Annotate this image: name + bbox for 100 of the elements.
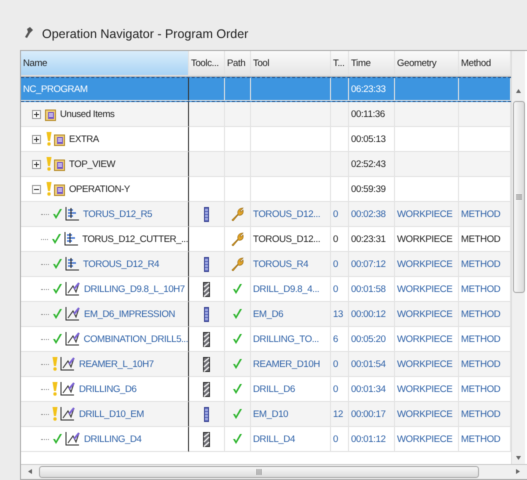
time-value: 00:01:58 <box>351 284 386 294</box>
tool-number: 0 <box>333 284 338 294</box>
tree-row[interactable]: DRILLING_D6 DRILL_D6 0 00:01:34 WORKPIECE METHOD <box>21 377 511 402</box>
tree-row[interactable]: EM_D6_IMPRESSION EM_D6 13 00:00:12 WORKPIECE METHOD <box>21 302 511 327</box>
geometry-name: WORKPIECE <box>397 434 452 444</box>
tool-number: 0 <box>333 234 338 244</box>
tool-name: DRILLING_TO... <box>253 334 319 344</box>
time-value: 00:01:34 <box>351 384 386 394</box>
item-name: DRILLING_D6 <box>79 384 136 394</box>
tree-row[interactable]: TOROUS_D12_R4 TOROUS_R4 0 00:07:12 WORKPIECE METHOD <box>21 252 511 277</box>
tool-number: 0 <box>333 208 338 220</box>
tool-name: EM_D10 <box>253 408 288 420</box>
expand-icon[interactable] <box>32 134 41 144</box>
tool-number: 0 <box>333 258 338 270</box>
vertical-scrollbar[interactable] <box>511 51 525 464</box>
item-name: DRILL_D10_EM <box>79 408 144 420</box>
tool-name: REAMER_D10H <box>253 358 320 370</box>
scroll-down-icon[interactable] <box>515 455 522 461</box>
time-value: 00:01:54 <box>351 358 386 370</box>
column-header[interactable]: Toolc... <box>189 51 225 76</box>
item-name: TOP_VIEW <box>69 158 116 170</box>
item-name: DRILLING_D9.8_L_10H7 <box>84 284 185 294</box>
item-name: EXTRA <box>69 134 99 144</box>
pin-icon <box>24 26 34 38</box>
expand-icon[interactable] <box>32 160 41 168</box>
tree-row[interactable]: DRILL_D10_EM EM_D10 12 00:00:17 WORKPIECE METHOD <box>21 402 511 427</box>
scroll-right-icon[interactable] <box>515 468 521 475</box>
time-value: 00:11:36 <box>351 108 385 120</box>
item-name: Unused Items <box>60 108 114 120</box>
item-name: TORUS_D12_R5 <box>83 208 152 220</box>
tool-number: 0 <box>333 358 338 370</box>
geometry-name: WORKPIECE <box>397 308 452 320</box>
column-header[interactable]: Tool <box>251 51 331 76</box>
item-name: NC_PROGRAM <box>23 84 88 94</box>
tool-name: EM_D6 <box>253 308 284 320</box>
column-header[interactable]: T... <box>331 51 349 76</box>
item-name: EM_D6_IMPRESSION <box>84 308 176 320</box>
method-name: METHOD <box>461 234 500 244</box>
time-value: 00:05:20 <box>351 334 386 344</box>
tool-number: 12 <box>333 408 343 420</box>
tool-name: TOROUS_D12... <box>253 208 320 220</box>
tree-row[interactable]: DRILLING_D4 DRILL_D4 0 00:01:12 WORKPIECE METHOD <box>21 427 511 452</box>
geometry-name: WORKPIECE <box>397 408 452 420</box>
tool-name: DRILL_D9.8_4... <box>253 284 320 294</box>
item-name: TORUS_D12_CUTTER_... <box>82 234 188 244</box>
tool-number: 6 <box>333 334 338 344</box>
scrollbar-thumb[interactable] <box>512 101 524 293</box>
collapse-icon[interactable] <box>32 184 41 194</box>
tool-name: TOROUS_R4 <box>253 258 308 270</box>
tree-row[interactable]: DRILLING_D9.8_L_10H7 DRILL_D9.8_4... 0 00:01:58 WORKPIECE METHOD <box>21 277 511 302</box>
panel-title: Operation Navigator - Program Order <box>42 27 248 41</box>
method-name: METHOD <box>461 208 500 220</box>
time-value: 00:00:17 <box>351 408 386 420</box>
tool-number: 13 <box>333 308 343 320</box>
time-value: 00:05:13 <box>351 134 386 144</box>
item-name: DRILLING_D4 <box>84 434 142 444</box>
method-name: METHOD <box>461 258 500 270</box>
tree-row[interactable]: OPERATION-Y 00:59:39 <box>21 177 511 202</box>
method-name: METHOD <box>461 434 500 444</box>
method-name: METHOD <box>461 284 500 294</box>
scrollbar-thumb[interactable] <box>39 466 479 478</box>
tree-row[interactable]: REAMER_L_10H7 REAMER_D10H 0 00:01:54 WORKPIECE METHOD <box>21 352 511 377</box>
time-value: 00:07:12 <box>351 258 386 270</box>
geometry-name: WORKPIECE <box>397 208 452 220</box>
tool-name: TOROUS_D12... <box>253 234 320 244</box>
time-value: 00:00:12 <box>351 308 386 320</box>
item-name: TOROUS_D12_R4 <box>83 258 160 270</box>
tree-row[interactable]: TORUS_D12_CUTTER_... TOROUS_D12... 0 00:23:31 WORKPIECE METHOD <box>21 227 511 252</box>
tool-name: DRILL_D4 <box>253 434 295 444</box>
time-value: 00:01:12 <box>351 434 386 444</box>
column-header[interactable]: Time <box>349 51 395 76</box>
method-name: METHOD <box>461 384 500 394</box>
item-name: COMBINATION_DRILL5... <box>84 334 188 344</box>
tree-row[interactable]: EXTRA 00:05:13 <box>21 127 511 152</box>
scroll-left-icon[interactable] <box>27 468 33 475</box>
time-value: 00:02:38 <box>351 208 386 220</box>
column-header[interactable]: Name <box>21 51 189 76</box>
method-name: METHOD <box>461 408 500 420</box>
geometry-name: WORKPIECE <box>397 284 452 294</box>
column-header[interactable]: Geometry <box>395 51 459 76</box>
expand-icon[interactable] <box>32 110 41 118</box>
tool-name: DRILL_D6 <box>253 384 295 394</box>
geometry-name: WORKPIECE <box>397 234 452 244</box>
method-name: METHOD <box>461 334 500 344</box>
tree-row[interactable]: TORUS_D12_R5 TOROUS_D12... 0 00:02:38 WORKPIECE METHOD <box>21 202 511 227</box>
time-value: 00:59:39 <box>351 184 386 194</box>
horizontal-scrollbar[interactable] <box>21 464 527 479</box>
time-value: 06:23:33 <box>351 84 386 94</box>
column-header[interactable]: Path <box>225 51 251 76</box>
geometry-name: WORKPIECE <box>397 384 452 394</box>
tool-number: 0 <box>333 434 338 444</box>
method-name: METHOD <box>461 308 500 320</box>
geometry-name: WORKPIECE <box>397 358 452 370</box>
scroll-up-icon[interactable] <box>515 88 522 94</box>
grip-icon <box>256 469 262 475</box>
item-name: OPERATION-Y <box>69 184 130 194</box>
tree-row[interactable]: Unused Items 00:11:36 <box>21 102 511 127</box>
geometry-name: WORKPIECE <box>397 334 452 344</box>
tree-row[interactable]: COMBINATION_DRILL5... DRILLING_TO... 6 00:05:20 WORKPIECE METHOD <box>21 327 511 352</box>
tree-row[interactable]: TOP_VIEW 02:52:43 <box>21 152 511 177</box>
